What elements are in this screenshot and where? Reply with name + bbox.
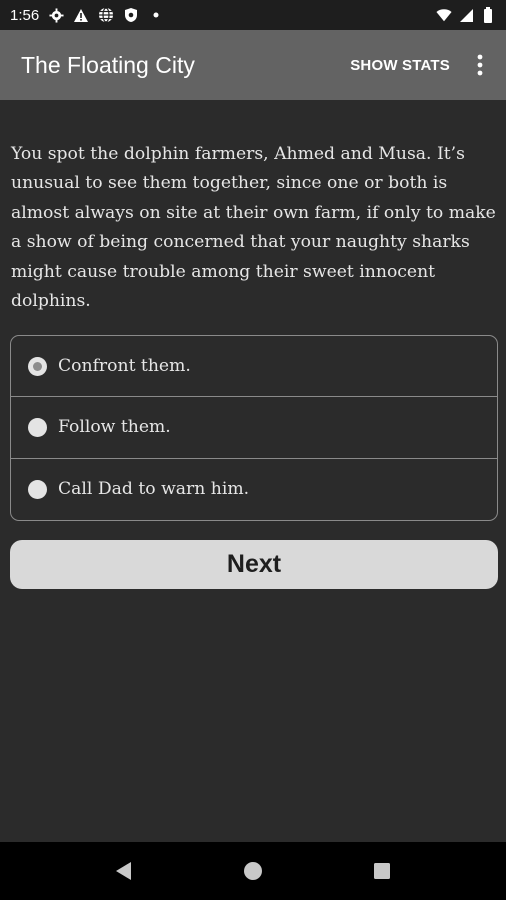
choice-call-dad[interactable]: Call Dad to warn him. — [11, 459, 497, 520]
radio-button-selected[interactable] — [28, 356, 47, 376]
choice-label: Confront them. — [58, 356, 191, 377]
app-title: The Floating City — [21, 51, 195, 78]
dot-icon — [148, 7, 164, 23]
choice-label: Follow them. — [58, 417, 171, 438]
status-left: 1:56 — [10, 7, 164, 24]
warning-icon — [73, 7, 89, 23]
choice-follow[interactable]: Follow them. — [11, 397, 497, 459]
status-time: 1:56 — [10, 6, 40, 24]
home-icon[interactable] — [233, 851, 273, 891]
gear-icon — [48, 7, 64, 23]
status-bar: 1:56 — [0, 0, 506, 30]
navigation-bar — [0, 842, 506, 900]
content-area: You spot the dolphin farmers, Ahmed and … — [0, 100, 506, 842]
choice-confront[interactable]: Confront them. — [11, 336, 497, 398]
cell-signal-icon — [458, 7, 474, 23]
globe-icon — [98, 7, 114, 23]
show-stats-button[interactable]: SHOW STATS — [342, 47, 458, 84]
story-text: You spot the dolphin farmers, Ahmed and … — [11, 144, 496, 312]
wifi-icon — [436, 7, 452, 23]
back-icon[interactable] — [104, 851, 144, 891]
next-button[interactable]: Next — [10, 540, 498, 589]
choice-list: Confront them. Follow them. Call Dad to … — [10, 335, 498, 521]
battery-icon — [480, 7, 496, 23]
recents-icon[interactable] — [362, 851, 402, 891]
more-vertical-icon[interactable] — [458, 43, 502, 87]
radio-button[interactable] — [28, 417, 47, 437]
choice-label: Call Dad to warn him. — [58, 479, 250, 500]
radio-button[interactable] — [28, 479, 47, 499]
status-right — [436, 7, 496, 23]
app-bar: The Floating City SHOW STATS — [0, 30, 506, 100]
shield-icon — [123, 7, 139, 23]
